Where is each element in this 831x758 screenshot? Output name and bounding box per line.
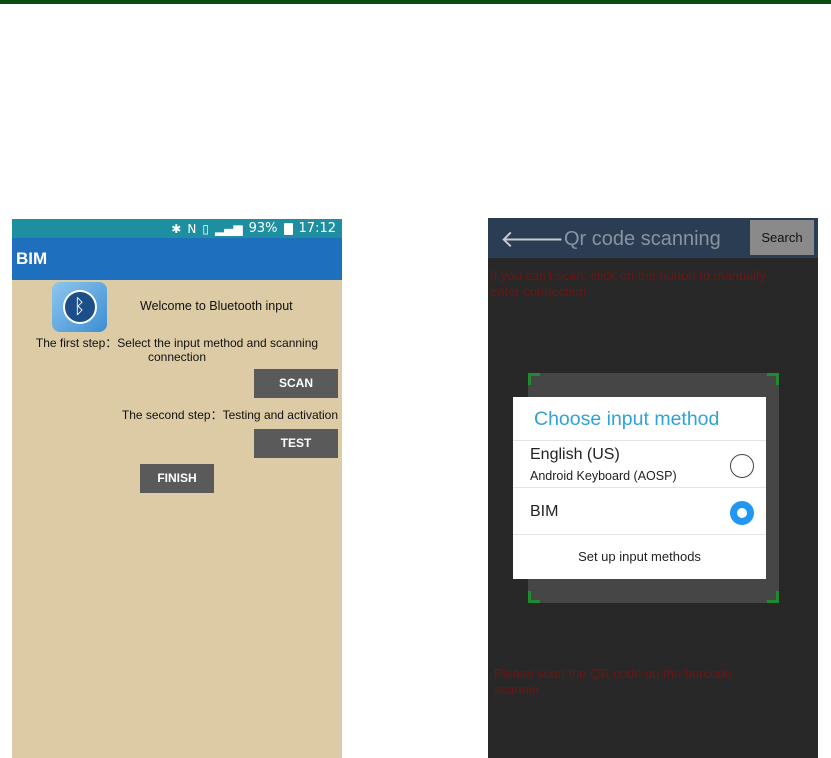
top-divider xyxy=(0,0,831,4)
screenshot-page: ✱ N ▯ ▂▄▆ 93% 17:12 BIM ᛒ Welcome to Blu… xyxy=(0,0,831,758)
scan-button[interactable]: SCAN xyxy=(254,369,338,398)
step1-text: The first step：Select the input method a… xyxy=(35,336,319,364)
option-bim[interactable]: BIM xyxy=(513,488,766,535)
signal-icon: ▂▄▆ xyxy=(214,221,243,236)
viewfinder-corner xyxy=(528,591,540,603)
bluetooth-icon: ✱ xyxy=(171,221,182,236)
manual-entry-hint: If you can't scan, click on the button t… xyxy=(490,268,766,299)
vibrate-icon: ▯ xyxy=(202,221,209,236)
nfc-icon: N xyxy=(187,221,197,236)
back-arrow-icon[interactable]: 🡐 xyxy=(500,224,564,254)
clock: 17:12 xyxy=(298,221,336,236)
option-english-us[interactable]: English (US) Android Keyboard (AOSP) xyxy=(513,441,766,488)
input-method-dialog: Choose input method English (US) Android… xyxy=(513,397,766,579)
battery-level: 93% xyxy=(248,221,278,236)
dialog-title: Choose input method xyxy=(513,397,766,441)
finish-button[interactable]: FINISH xyxy=(140,464,214,493)
battery-icon xyxy=(283,222,293,235)
step2-text: The second step：Testing and activation xyxy=(121,408,338,422)
app-bar: BIM xyxy=(12,238,342,280)
search-button[interactable]: Search xyxy=(750,220,814,255)
scan-row: SCAN xyxy=(12,364,342,400)
finish-row: FINISH xyxy=(12,459,342,495)
viewfinder-corner xyxy=(767,591,779,603)
test-row: TEST xyxy=(12,423,342,459)
welcome-text: Welcome to Bluetooth input xyxy=(140,299,293,313)
option-subtitle: Android Keyboard (AOSP) xyxy=(530,469,677,483)
viewfinder-corner xyxy=(528,373,540,385)
status-bar: ✱ N ▯ ▂▄▆ 93% 17:12 xyxy=(12,219,342,238)
viewfinder-corner xyxy=(767,373,779,385)
qr-toolbar: 🡐 Qr code scanning Search xyxy=(488,218,818,258)
qr-scan-screen: 🡐 Qr code scanning Search If you can't s… xyxy=(488,218,818,758)
setup-input-methods-button[interactable]: Set up input methods xyxy=(513,535,766,579)
welcome-row: ᛒ Welcome to Bluetooth input xyxy=(12,280,342,334)
radio-unselected-icon[interactable] xyxy=(730,454,754,478)
test-button[interactable]: TEST xyxy=(254,429,338,458)
radio-selected-icon[interactable] xyxy=(730,501,754,525)
app-title: BIM xyxy=(16,249,48,268)
scan-instruction: Please scan the QR code on the barcode s… xyxy=(494,666,732,697)
bluetooth-keyboard-logo-icon: ᛒ xyxy=(52,282,107,332)
bim-app-screen: ✱ N ▯ ▂▄▆ 93% 17:12 BIM ᛒ Welcome to Blu… xyxy=(12,219,342,758)
qr-title: Qr code scanning xyxy=(564,228,721,250)
option-label: BIM xyxy=(530,503,559,520)
option-label: English (US) xyxy=(530,446,620,463)
